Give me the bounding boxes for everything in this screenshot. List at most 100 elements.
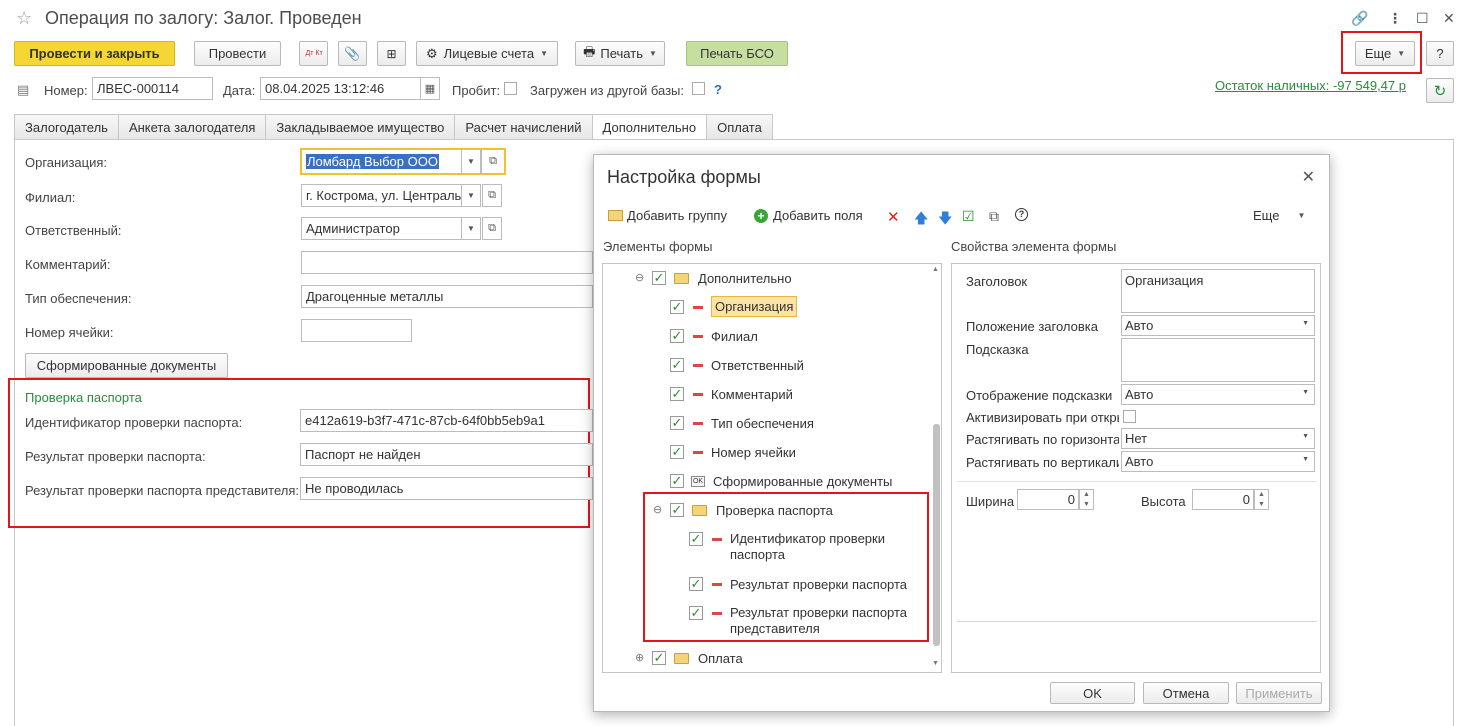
checkbox-checked-icon[interactable]: ✓ bbox=[652, 271, 666, 285]
add-fields-button[interactable]: + Добавить поля bbox=[754, 208, 863, 223]
print-bso-button[interactable]: Печать БСО bbox=[686, 41, 788, 66]
tab-questionnaire[interactable]: Анкета залогодателя bbox=[117, 114, 267, 139]
organization-open-icon[interactable]: ⧉ bbox=[481, 148, 506, 175]
rep-result-field[interactable]: Не проводилась bbox=[300, 477, 593, 500]
scrollbar-thumb[interactable] bbox=[933, 424, 940, 646]
checkbox-checked-icon[interactable]: ✓ bbox=[652, 651, 666, 665]
tree-row[interactable]: ⊕ ✓ Оплата bbox=[635, 651, 743, 666]
tab-payment[interactable]: Оплата bbox=[706, 114, 773, 139]
date-field[interactable]: 08.04.2025 13:12:46 bbox=[260, 77, 421, 100]
structure-button[interactable]: ⊞ bbox=[377, 41, 406, 66]
tree-row[interactable]: ✓ Результат проверки паспорта представит… bbox=[689, 605, 915, 637]
check-all-icon[interactable]: ☑ bbox=[962, 208, 975, 225]
tree-row[interactable]: ⊖ ✓ Проверка паспорта bbox=[653, 503, 833, 518]
tree-row[interactable]: ✓ Комментарий bbox=[670, 387, 793, 402]
ok-button[interactable]: OK bbox=[1050, 682, 1135, 704]
tab-additional[interactable]: Дополнительно bbox=[591, 114, 708, 140]
hint-display-field[interactable]: Авто ▼ bbox=[1121, 384, 1315, 405]
more-vertical-icon[interactable]: ⋮ bbox=[1388, 10, 1402, 27]
checkbox-checked-icon[interactable]: ✓ bbox=[670, 358, 684, 372]
collapse-icon[interactable]: ⊖ bbox=[653, 503, 663, 516]
branch-field[interactable]: г. Кострома, ул. Централь bbox=[301, 184, 462, 207]
spin-up-icon[interactable]: ▲ bbox=[1083, 491, 1090, 498]
favorite-star-icon[interactable]: ☆ bbox=[16, 8, 32, 29]
caption-field[interactable]: Организация bbox=[1121, 269, 1315, 313]
post-and-close-button[interactable]: Провести и закрыть bbox=[14, 41, 175, 66]
accounts-menu-button[interactable]: ⚙ Лицевые счета ▼ bbox=[416, 41, 558, 66]
passport-result-field[interactable]: Паспорт не найден bbox=[300, 443, 593, 466]
checkbox-checked-icon[interactable]: ✓ bbox=[670, 329, 684, 343]
stretch-v-field[interactable]: Авто ▼ bbox=[1121, 451, 1315, 472]
scroll-down-icon[interactable]: ▼ bbox=[932, 660, 939, 667]
tree-row[interactable]: ✓ Результат проверки паспорта bbox=[689, 577, 907, 592]
question-icon[interactable]: ? bbox=[714, 82, 722, 97]
spin-down-icon[interactable]: ▼ bbox=[1083, 501, 1090, 508]
cell-number-field[interactable] bbox=[301, 319, 412, 342]
responsible-dropdown[interactable]: ▼ bbox=[461, 217, 481, 240]
branch-open-icon[interactable]: ⧉ bbox=[482, 184, 502, 207]
print-menu-button[interactable]: 🖶 Печать ▼ bbox=[575, 41, 665, 66]
spin-up-icon[interactable]: ▲ bbox=[1258, 491, 1265, 498]
security-type-field[interactable]: Драгоценные металлы bbox=[301, 285, 593, 308]
cash-balance-link[interactable]: Остаток наличных: -97 549,47 р bbox=[1215, 78, 1406, 93]
width-field[interactable]: 0 bbox=[1017, 489, 1079, 510]
tab-accruals[interactable]: Расчет начислений bbox=[454, 114, 593, 139]
checkbox-checked-icon[interactable]: ✓ bbox=[689, 577, 703, 591]
generated-documents-button[interactable]: Сформированные документы bbox=[25, 353, 228, 378]
tab-property[interactable]: Закладываемое имущество bbox=[265, 114, 456, 139]
tree-row[interactable]: ✓ Тип обеспечения bbox=[670, 416, 814, 431]
tree-row[interactable]: ✓ Идентификатор проверки паспорта bbox=[689, 531, 890, 563]
stretch-h-field[interactable]: Нет ▼ bbox=[1121, 428, 1315, 449]
chevron-down-icon[interactable]: ▼ bbox=[1302, 433, 1309, 440]
comment-field[interactable] bbox=[301, 251, 593, 274]
loaded-checkbox[interactable] bbox=[692, 82, 705, 95]
apply-button[interactable]: Применить bbox=[1236, 682, 1322, 704]
chevron-down-icon[interactable]: ▼ bbox=[1302, 320, 1309, 327]
passport-id-field[interactable]: e412a619-b3f7-471c-87cb-64f0bb5eb9a1 bbox=[300, 409, 593, 432]
calendar-icon[interactable]: ▦ bbox=[420, 77, 440, 100]
checkbox-checked-icon[interactable]: ✓ bbox=[670, 300, 684, 314]
tree-scrollbar[interactable]: ▲ ▼ bbox=[930, 264, 941, 672]
number-field[interactable]: ЛВЕС-000114 bbox=[92, 77, 213, 100]
add-group-button[interactable]: Добавить группу bbox=[608, 208, 727, 223]
checkbox-checked-icon[interactable]: ✓ bbox=[689, 532, 703, 546]
move-up-icon[interactable]: 🡅 bbox=[914, 208, 928, 232]
refresh-button[interactable]: ↻ bbox=[1426, 78, 1454, 103]
spin-down-icon[interactable]: ▼ bbox=[1258, 501, 1265, 508]
tree-row[interactable]: ✓ OK Сформированные документы bbox=[670, 474, 892, 489]
post-button[interactable]: Провести bbox=[194, 41, 281, 66]
height-field[interactable]: 0 bbox=[1192, 489, 1254, 510]
chevron-down-icon[interactable]: ▼ bbox=[1302, 389, 1309, 396]
tab-pledger[interactable]: Залогодатель bbox=[14, 114, 119, 139]
checkbox-checked-icon[interactable]: ✓ bbox=[670, 445, 684, 459]
responsible-open-icon[interactable]: ⧉ bbox=[482, 217, 502, 240]
tree-row[interactable]: ✓ Номер ячейки bbox=[670, 445, 796, 460]
responsible-field[interactable]: Администратор bbox=[301, 217, 462, 240]
delete-icon[interactable]: ✕ bbox=[887, 208, 900, 226]
cancel-button[interactable]: Отмена bbox=[1143, 682, 1229, 704]
checkbox-checked-icon[interactable]: ✓ bbox=[670, 474, 684, 488]
attach-button[interactable]: 📎 bbox=[338, 41, 367, 66]
copy-icon[interactable]: ⧉ bbox=[989, 208, 999, 225]
chevron-down-icon[interactable]: ▼ bbox=[1302, 456, 1309, 463]
collapse-icon[interactable]: ⊖ bbox=[635, 271, 645, 284]
move-down-icon[interactable]: 🡇 bbox=[938, 208, 952, 232]
probit-checkbox[interactable] bbox=[504, 82, 517, 95]
close-icon[interactable]: ✕ bbox=[1443, 10, 1455, 27]
dt-kt-button[interactable]: Дт Кт bbox=[299, 41, 328, 66]
close-icon[interactable]: ✕ bbox=[1302, 167, 1315, 187]
tree-row[interactable]: ✓ Ответственный bbox=[670, 358, 804, 373]
activate-checkbox[interactable] bbox=[1123, 410, 1136, 423]
expand-icon[interactable]: ⊕ bbox=[635, 651, 645, 664]
organization-field[interactable]: Ломбард Выбор ООО bbox=[300, 148, 463, 175]
branch-dropdown[interactable]: ▼ bbox=[461, 184, 481, 207]
organization-dropdown[interactable]: ▼ bbox=[461, 148, 481, 175]
checkbox-checked-icon[interactable]: ✓ bbox=[670, 387, 684, 401]
caption-position-field[interactable]: Авто ▼ bbox=[1121, 315, 1315, 336]
tree-row[interactable]: ✓ Филиал bbox=[670, 329, 758, 344]
maximize-icon[interactable]: ☐ bbox=[1416, 10, 1429, 27]
help-button[interactable]: ? bbox=[1426, 41, 1454, 66]
checkbox-checked-icon[interactable]: ✓ bbox=[670, 503, 684, 517]
help-icon[interactable]: ? bbox=[1015, 208, 1028, 221]
dialog-more-button[interactable]: Еще ▼ bbox=[1253, 208, 1305, 223]
